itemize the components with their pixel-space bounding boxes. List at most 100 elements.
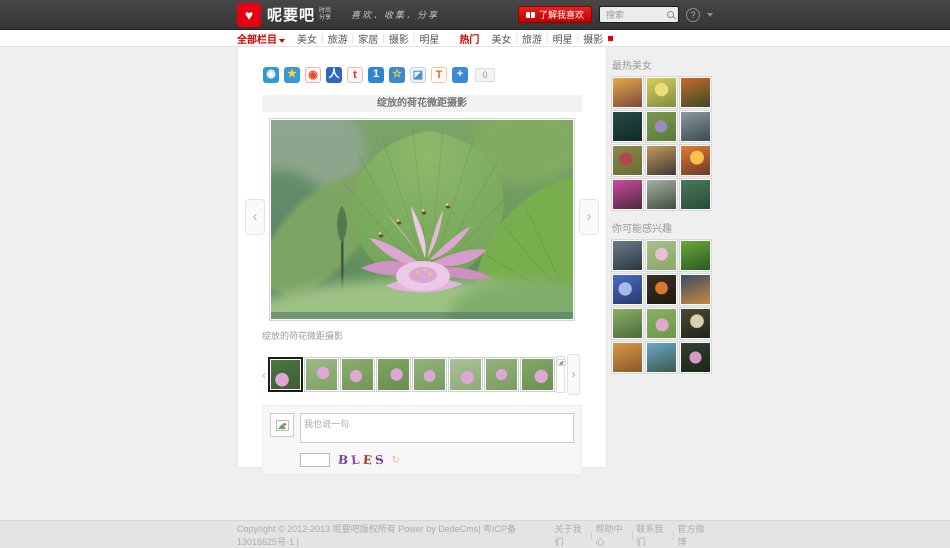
heart-logo-icon: ♥ [245,8,253,22]
footer-link-2[interactable]: 帮助中心 [592,522,631,548]
photo-caption: 绽放的荷花微距摄影 [262,329,582,342]
thumb-photo [414,359,445,390]
all-categories-menu[interactable]: 全部栏目 [237,31,285,46]
sidebar-thumb-flock-landscape[interactable] [646,179,677,210]
sidebar-thumb-orange-lily[interactable] [646,274,677,305]
sidebar-thumb-bridge-night[interactable] [680,274,711,305]
strip-next-button[interactable]: › [567,354,580,395]
sidebar-thumb-plum-blossom[interactable] [612,145,643,176]
new-badge [608,36,613,41]
strip-prev-button[interactable]: ‹ [262,368,266,382]
hot-link-1[interactable]: 美女 [487,31,515,46]
lotus-thumb-2[interactable] [304,357,339,392]
site-logo[interactable]: ♥ [237,3,261,27]
next-image-button[interactable]: › [579,199,599,235]
sidebar-thumb-pink-lotus-light[interactable] [646,240,677,271]
category-navbar: 全部栏目 美女|旅游|家居|摄影|明星 热门 美女|旅游|明星|摄影 [0,30,950,47]
captcha-image[interactable]: BLES [338,453,383,467]
hot-label[interactable]: 热门 [459,31,479,46]
tencent-weibo-icon[interactable]: t [347,67,363,83]
share-count: 0 [475,68,495,82]
qq-favorite-icon[interactable]: ☆ [389,67,405,83]
sidebar-thumb-pale-flower-dark[interactable] [680,308,711,339]
hot-thumbs-grid [612,77,713,210]
nav-link-5[interactable]: 明星 [415,31,443,46]
search-input[interactable] [604,9,667,21]
people-share-icon[interactable]: ◉ [263,67,279,83]
sidebar-thumb-purple-flowers[interactable] [646,111,677,142]
sidebar-section1-title: 最热美女 [612,57,713,72]
prev-image-button[interactable]: ‹ [245,199,265,235]
sidebar-thumb-orange-desert[interactable] [612,342,643,373]
sidebar-thumb-desert-dunes[interactable] [646,145,677,176]
sidebar-thumb-sunset-sun[interactable] [680,145,711,176]
lotus-thumb-7[interactable] [484,357,519,392]
top-header: ♥ 呢要吧 时尚 分享 喜欢．收集．分享 了解我喜欢 ? [0,0,950,30]
sidebar-thumb-misty-mountains[interactable] [612,240,643,271]
nav-link-3[interactable]: 家居 [354,31,382,46]
gallery-card: ◉ ★ ◉ 人t1 ☆ ◪ T + 0 绽放的荷花微距摄影 [237,47,607,468]
thumb-photo [450,359,481,390]
footer-link-1[interactable]: 关于我们 [552,522,591,548]
lotus-thumb-3[interactable] [340,357,375,392]
know-me-button[interactable]: 了解我喜欢 [518,6,592,23]
renren-icon[interactable]: 人 [326,67,342,83]
comment-input[interactable] [300,413,574,443]
sidebar-thumb-yellow-flowers[interactable] [646,77,677,108]
broken-image-icon [558,359,566,366]
lotus-thumb-4[interactable] [376,357,411,392]
footer-link-3[interactable]: 联系我们 [633,522,672,548]
nav-link-1[interactable]: 美女 [293,31,321,46]
interest-thumbs-grid [612,240,713,373]
sidebar-thumb-dragonfly-bud[interactable] [612,308,643,339]
captcha-letter: E [362,453,372,468]
chevron-down-icon[interactable] [707,13,713,17]
footer-link-4[interactable]: 官方微博 [674,522,713,548]
sidebar-thumb-whale-tail[interactable] [680,111,711,142]
qzone-icon[interactable]: ★ [284,67,300,83]
sidebar-thumb-horse-on-hill[interactable] [680,240,711,271]
more-share-icon[interactable]: + [452,67,468,83]
avatar [270,413,294,437]
search-icon[interactable] [667,11,674,18]
sidebar-section2-title: 你可能感兴趣 [612,220,713,235]
nav-link-2[interactable]: 旅游 [324,31,352,46]
thumb-photo [306,359,337,390]
sidebar-thumb-lotus-dark[interactable] [680,342,711,373]
nav-link-4[interactable]: 摄影 [385,31,413,46]
lotus-thumb-6[interactable] [448,357,483,392]
copyright-text: Copyright © 2012-2013 呢要吧版权所有 Power by D… [237,522,552,548]
sidebar-thumb-sunset-mountain[interactable] [612,77,643,108]
brand-tagline-line1: 时尚 [319,8,331,15]
category-links: 美女|旅游|家居|摄影|明星 [293,31,443,46]
captcha-refresh-icon[interactable]: ↻ [391,455,399,466]
thumbnail-partial[interactable] [556,356,565,393]
right-sidebar: 最热美女 你可能感兴趣 [612,47,713,383]
gallery-title: 绽放的荷花微距摄影 [262,95,582,112]
hot-link-2[interactable]: 旅游 [518,31,546,46]
sidebar-thumb-lotus-green[interactable] [646,308,677,339]
page-footer: Copyright © 2012-2013 呢要吧版权所有 Power by D… [0,520,950,548]
main-photo[interactable] [269,118,575,321]
captcha-input[interactable] [300,453,330,467]
lotus-thumb-1[interactable] [268,357,303,392]
search-box [599,6,679,23]
sidebar-thumb-magenta-flowers[interactable] [612,179,643,210]
hot-link-3[interactable]: 明星 [549,31,577,46]
hot-links: 美女|旅游|明星|摄影 [487,31,607,46]
sidebar-thumb-blue-flower[interactable] [612,274,643,305]
tencent-friend-icon[interactable]: 1 [368,67,384,83]
photo-share-icon[interactable]: ◪ [410,67,426,83]
sidebar-thumb-bird-on-branch[interactable] [680,77,711,108]
sidebar-thumb-river-rapids[interactable] [646,342,677,373]
sina-weibo-icon[interactable]: ◉ [305,67,321,83]
lotus-thumb-8[interactable] [520,357,555,392]
help-button[interactable]: ? [686,8,700,22]
lotus-thumb-5[interactable] [412,357,447,392]
hot-link-4[interactable]: 摄影 [579,31,607,46]
thumb-photo [271,360,300,389]
sidebar-thumb-canyon-river[interactable] [680,179,711,210]
taobao-share-icon[interactable]: T [431,67,447,83]
sidebar-thumb-dark-forest[interactable] [612,111,643,142]
brand-name[interactable]: 呢要吧 [267,4,315,25]
